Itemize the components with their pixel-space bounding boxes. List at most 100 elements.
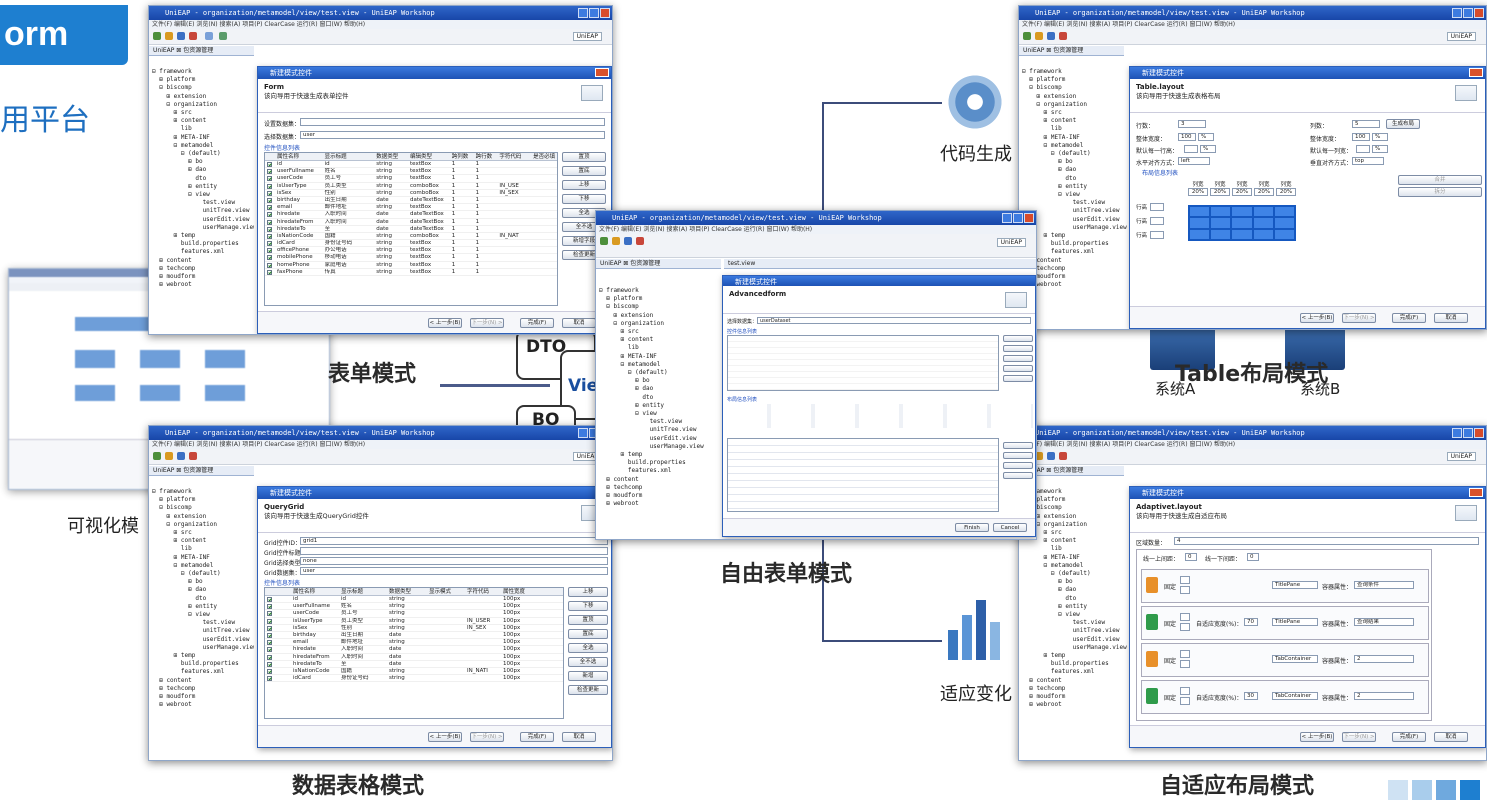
tree-item[interactable]: ⊞ content: [152, 117, 254, 125]
cancel-button[interactable]: 取消: [1434, 732, 1468, 742]
tree-item[interactable]: ⊞ META-INF: [152, 554, 254, 562]
tree-item[interactable]: ⊞ techcomp: [599, 484, 719, 492]
table-row[interactable]: faxPhone 传真 string textBox 1 1: [265, 269, 557, 276]
side-button[interactable]: 新增: [568, 671, 608, 681]
table-row[interactable]: userCode 员工号 string textBox 1 1: [265, 175, 557, 183]
tree-item[interactable]: ⊟ biscomp: [1022, 504, 1127, 512]
fixed-input[interactable]: [1180, 650, 1190, 658]
tree-item[interactable]: ⊞ webroot: [1022, 281, 1127, 289]
tree-item[interactable]: ⊞ techcomp: [1022, 265, 1127, 273]
column-header[interactable]: 属性名称: [275, 153, 323, 160]
tree-item[interactable]: ⊞ content: [152, 677, 254, 685]
tree-item[interactable]: ⊟ organization: [599, 320, 719, 328]
tree-item[interactable]: dto: [152, 175, 254, 183]
tree-item[interactable]: ⊞ platform: [1022, 76, 1127, 84]
tree-item[interactable]: build.properties: [152, 240, 254, 248]
tree-item[interactable]: test.view: [152, 199, 254, 207]
next-button[interactable]: 下一步(N) >: [1342, 313, 1376, 323]
table-row[interactable]: homePhone 家庭电话 string textBox 1 1: [265, 262, 557, 269]
finish-button[interactable]: 完成(F): [520, 732, 554, 742]
tree-item[interactable]: unitTree.view: [599, 426, 719, 434]
tree-item[interactable]: ⊞ content: [152, 257, 254, 265]
tree-item[interactable]: userManage.view: [599, 443, 719, 451]
row-checkbox[interactable]: [267, 190, 272, 196]
row-checkbox[interactable]: [267, 162, 272, 167]
tree-item[interactable]: ⊟ metamodel: [152, 562, 254, 570]
tree-item[interactable]: ⊟ (default): [599, 369, 719, 377]
table-row[interactable]: userFullname 姓名 string textBox 1 1: [265, 168, 557, 176]
project-tree-2[interactable]: ⊟ framework ⊞ platform ⊟ biscomp ⊞ exten…: [1022, 68, 1127, 323]
tree-item[interactable]: features.xml: [1022, 248, 1127, 256]
side-button[interactable]: 上移: [562, 180, 606, 190]
tree-item[interactable]: ⊞ content: [1022, 117, 1127, 125]
back-button[interactable]: < 上一步(B): [1300, 732, 1334, 742]
tree-item[interactable]: ⊞ META-INF: [1022, 134, 1127, 142]
tree-item[interactable]: unitTree.view: [152, 207, 254, 215]
explorer-tab-2[interactable]: UniEAP ⊠ 包资源管理: [1019, 46, 1124, 56]
tree-item[interactable]: ⊞ META-INF: [152, 134, 254, 142]
toolbar[interactable]: UniEAP: [149, 29, 612, 45]
row-checkbox[interactable]: [267, 632, 272, 638]
tree-item[interactable]: ⊞ src: [599, 328, 719, 336]
tree-item[interactable]: ⊟ biscomp: [152, 504, 254, 512]
row-checkbox[interactable]: [267, 205, 272, 211]
tree-item[interactable]: ⊞ entity: [1022, 183, 1127, 191]
row-checkbox[interactable]: [267, 197, 272, 203]
tree-item[interactable]: ⊞ bo: [152, 158, 254, 166]
tree-item[interactable]: ⊞ bo: [1022, 158, 1127, 166]
table-row[interactable]: birthday 出生日期 date 100px: [265, 632, 563, 640]
side-button[interactable]: 上移: [568, 587, 608, 597]
tree-item[interactable]: lib: [599, 344, 719, 352]
tree-item[interactable]: ⊞ META-INF: [599, 353, 719, 361]
tree-item[interactable]: ⊟ view: [152, 611, 254, 619]
menu-bar-2[interactable]: 文件(F) 编辑(E) 浏览(N) 搜索(A) 项目(P) ClearCase …: [1019, 20, 1486, 29]
tree-item[interactable]: ⊞ platform: [152, 76, 254, 84]
bottom-spacing-input[interactable]: 0: [1247, 553, 1259, 561]
cancel-button[interactable]: Cancel: [993, 523, 1027, 532]
container-select[interactable]: TabContainer: [1272, 655, 1318, 663]
tree-item[interactable]: ⊞ content: [1022, 257, 1127, 265]
row-checkbox[interactable]: [267, 226, 272, 232]
field-input[interactable]: grid1: [300, 537, 608, 545]
tree-item[interactable]: ⊞ temp: [1022, 652, 1127, 660]
row-checkbox[interactable]: [267, 241, 272, 247]
tree-item[interactable]: ⊟ view: [599, 410, 719, 418]
tree-item[interactable]: ⊟ biscomp: [599, 303, 719, 311]
tree-item[interactable]: dto: [1022, 595, 1127, 603]
tree-item[interactable]: ⊞ temp: [152, 232, 254, 240]
side-button[interactable]: 全不选: [568, 657, 608, 667]
tree-item[interactable]: test.view: [599, 418, 719, 426]
cancel-button[interactable]: 取消: [562, 318, 596, 328]
table-row[interactable]: idCard 身份证号码 string 100px: [265, 675, 563, 683]
generate-layout-button[interactable]: 生成布局: [1386, 119, 1420, 129]
field-input[interactable]: user: [300, 567, 608, 575]
tree-item[interactable]: features.xml: [599, 467, 719, 475]
tree-item[interactable]: ⊞ webroot: [152, 281, 254, 289]
tree-item[interactable]: ⊞ src: [152, 529, 254, 537]
table-row[interactable]: isSex 性别 string IN_SEX 100px: [265, 625, 563, 632]
colw-unit[interactable]: %: [1372, 145, 1388, 153]
free-layout-grid[interactable]: [727, 438, 999, 512]
table-row[interactable]: hiredate 入职时间 date dateTextBox 1 1: [265, 211, 557, 219]
row-checkbox[interactable]: [267, 625, 272, 631]
tree-item[interactable]: ⊟ framework: [1022, 488, 1127, 496]
halign-select[interactable]: left: [1178, 157, 1210, 165]
tree-item[interactable]: build.properties: [599, 459, 719, 467]
row-checkbox[interactable]: [267, 604, 272, 610]
container-select[interactable]: TabContainer: [1272, 692, 1318, 700]
row-checkbox[interactable]: [267, 248, 272, 254]
container-select[interactable]: TitlePane: [1272, 618, 1318, 626]
toolbar-5[interactable]: UniEAP: [596, 234, 1036, 258]
row-checkbox[interactable]: [267, 176, 272, 182]
tree-item[interactable]: ⊞ webroot: [1022, 701, 1127, 709]
tree-item[interactable]: test.view: [152, 619, 254, 627]
fixed-input[interactable]: [1180, 687, 1190, 695]
table-row[interactable]: email 邮件地址 string 100px: [265, 639, 563, 647]
side-button[interactable]: 下移: [568, 601, 608, 611]
lineh-input[interactable]: [1184, 145, 1198, 153]
colw-input[interactable]: [1356, 145, 1370, 153]
table-row[interactable]: idCard 身份证号码 string textBox 1 1: [265, 240, 557, 248]
width-unit[interactable]: %: [1198, 133, 1214, 141]
tree-item[interactable]: ⊟ framework: [152, 488, 254, 496]
fixed-input[interactable]: [1180, 576, 1190, 584]
